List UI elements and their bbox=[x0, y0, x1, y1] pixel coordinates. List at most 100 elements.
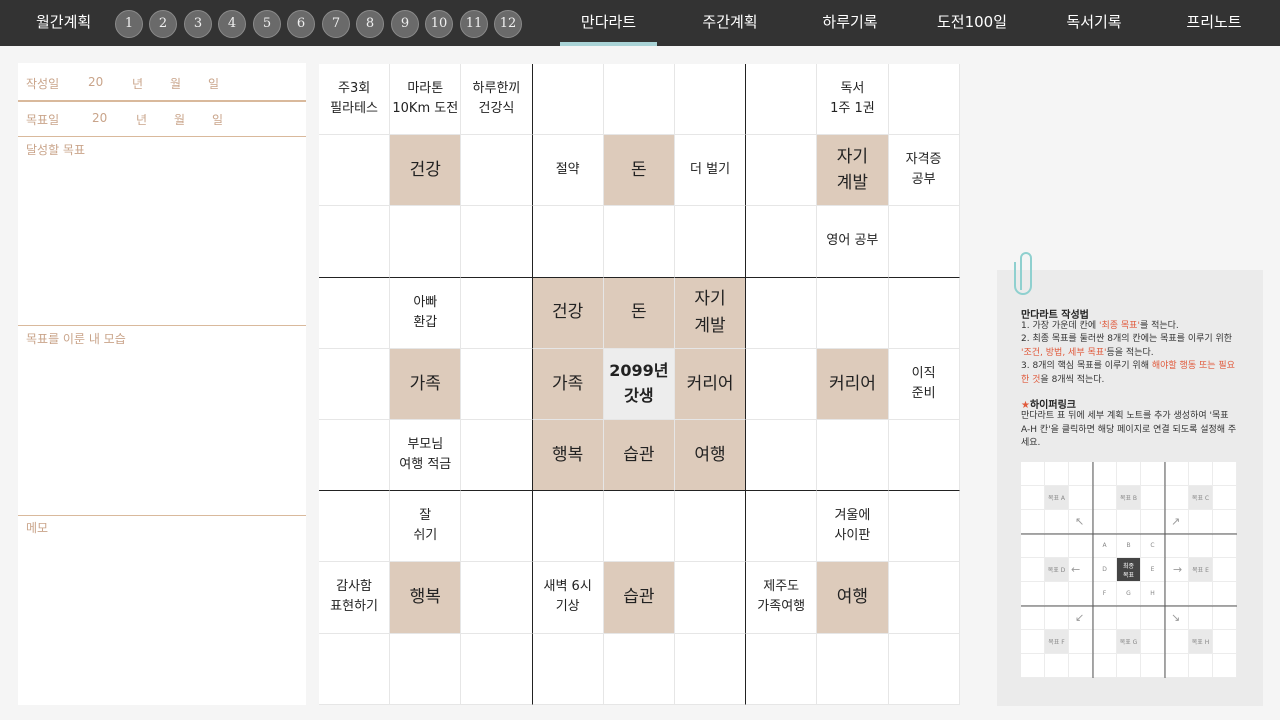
mandalart-cell[interactable]: 제주도 가족여행 bbox=[746, 562, 818, 634]
mandalart-cell[interactable] bbox=[461, 562, 533, 634]
mandalart-cell[interactable] bbox=[532, 491, 604, 563]
tab-mandalart[interactable]: 만다라트 bbox=[560, 0, 657, 46]
tab-weekly-plan[interactable]: 주간계획 bbox=[680, 0, 780, 46]
mandalart-cell[interactable] bbox=[674, 491, 747, 563]
mandalart-cell[interactable] bbox=[817, 419, 889, 492]
mandalart-cell[interactable] bbox=[888, 206, 960, 278]
tab-daily-log[interactable]: 하루기록 bbox=[800, 0, 900, 46]
mandalart-cell[interactable]: 이직 준비 bbox=[888, 348, 960, 420]
mandalart-cell[interactable] bbox=[746, 348, 818, 420]
mandalart-cell[interactable] bbox=[319, 633, 391, 705]
month-3-button[interactable]: 3 bbox=[184, 10, 212, 38]
mandalart-cell[interactable] bbox=[888, 277, 960, 349]
mandalart-cell[interactable] bbox=[746, 277, 818, 349]
mandalart-cell[interactable] bbox=[603, 64, 675, 136]
mandalart-cell[interactable] bbox=[390, 206, 462, 278]
month-7-button[interactable]: 7 bbox=[322, 10, 350, 38]
mandalart-cell[interactable]: 커리어 bbox=[674, 348, 747, 420]
month-4-button[interactable]: 4 bbox=[218, 10, 246, 38]
mandalart-cell[interactable] bbox=[461, 277, 533, 349]
monthly-plan-tab[interactable]: 월간계획 bbox=[36, 0, 91, 46]
month-8-button[interactable]: 8 bbox=[356, 10, 384, 38]
mandalart-cell[interactable] bbox=[461, 491, 533, 563]
mandalart-cell[interactable] bbox=[319, 277, 391, 349]
mandalart-cell[interactable] bbox=[319, 348, 391, 420]
mandalart-cell[interactable]: 더 벌기 bbox=[674, 135, 747, 207]
mandalart-cell[interactable]: 자기 계발 bbox=[674, 277, 747, 349]
mandalart-cell[interactable]: 주3회 필라테스 bbox=[319, 64, 391, 136]
mandalart-cell[interactable]: 겨울에 사이판 bbox=[817, 491, 889, 563]
mandalart-cell[interactable] bbox=[532, 633, 604, 705]
month-6-button[interactable]: 6 bbox=[287, 10, 315, 38]
month-12-button[interactable]: 12 bbox=[494, 10, 522, 38]
mandalart-cell[interactable]: 돈 bbox=[603, 277, 675, 349]
mandalart-cell[interactable]: 가족 bbox=[390, 348, 462, 420]
mandalart-cell[interactable]: 가족 bbox=[532, 348, 604, 420]
mandalart-cell[interactable] bbox=[746, 491, 818, 563]
mandalart-cell[interactable] bbox=[888, 491, 960, 563]
mandalart-cell[interactable] bbox=[461, 633, 533, 705]
mandalart-cell[interactable]: 행복 bbox=[532, 419, 604, 492]
mandalart-cell[interactable]: 부모님 여행 적금 bbox=[390, 419, 462, 492]
mandalart-cell[interactable] bbox=[461, 135, 533, 207]
mandalart-cell[interactable]: 하루한끼 건강식 bbox=[461, 64, 533, 136]
mandalart-cell[interactable] bbox=[888, 562, 960, 634]
mandalart-cell[interactable] bbox=[532, 206, 604, 278]
month-1-button[interactable]: 1 bbox=[115, 10, 143, 38]
mandalart-cell[interactable] bbox=[390, 633, 462, 705]
mandalart-cell[interactable] bbox=[532, 64, 604, 136]
mandalart-cell[interactable]: 건강 bbox=[532, 277, 604, 349]
mandalart-cell[interactable] bbox=[319, 419, 391, 492]
mandalart-cell[interactable] bbox=[319, 206, 391, 278]
mandalart-cell[interactable]: 아빠 환갑 bbox=[390, 277, 462, 349]
mandalart-cell[interactable]: 행복 bbox=[390, 562, 462, 634]
month-10-button[interactable]: 10 bbox=[425, 10, 453, 38]
tab-reading-log[interactable]: 독서기록 bbox=[1044, 0, 1144, 46]
mandalart-cell[interactable] bbox=[319, 135, 391, 207]
mandalart-cell[interactable]: 여행 bbox=[674, 419, 747, 492]
mandalart-cell[interactable] bbox=[746, 633, 818, 705]
mandalart-cell[interactable] bbox=[461, 419, 533, 492]
mandalart-cell[interactable]: 건강 bbox=[390, 135, 462, 207]
mandalart-cell[interactable] bbox=[888, 64, 960, 136]
mandalart-cell[interactable] bbox=[888, 419, 960, 492]
mandalart-cell[interactable]: 여행 bbox=[817, 562, 889, 634]
mandalart-cell[interactable] bbox=[746, 206, 818, 278]
mandalart-cell[interactable] bbox=[461, 206, 533, 278]
mandalart-cell[interactable]: 감사함 표현하기 bbox=[319, 562, 391, 634]
mandalart-cell[interactable] bbox=[319, 491, 391, 563]
tab-challenge-100[interactable]: 도전100일 bbox=[920, 0, 1024, 46]
mandalart-cell[interactable]: 영어 공부 bbox=[817, 206, 889, 278]
mandalart-cell[interactable] bbox=[888, 633, 960, 705]
mandalart-cell[interactable] bbox=[674, 562, 747, 634]
mandalart-cell[interactable] bbox=[674, 633, 747, 705]
mandalart-cell[interactable]: 돈 bbox=[603, 135, 675, 207]
mandalart-cell[interactable]: 독서 1주 1권 bbox=[817, 64, 889, 136]
mandalart-cell[interactable] bbox=[603, 491, 675, 563]
mandalart-cell[interactable]: 습관 bbox=[603, 562, 675, 634]
mandalart-cell[interactable]: 습관 bbox=[603, 419, 675, 492]
mandalart-cell[interactable] bbox=[746, 419, 818, 492]
month-9-button[interactable]: 9 bbox=[391, 10, 419, 38]
month-2-button[interactable]: 2 bbox=[149, 10, 177, 38]
month-11-button[interactable]: 11 bbox=[460, 10, 488, 38]
mandalart-cell[interactable]: 잘 쉬기 bbox=[390, 491, 462, 563]
mandalart-cell[interactable] bbox=[603, 633, 675, 705]
mandalart-cell[interactable]: 새벽 6시 기상 bbox=[532, 562, 604, 634]
mandalart-cell[interactable] bbox=[746, 64, 818, 136]
mandalart-cell[interactable] bbox=[461, 348, 533, 420]
mandalart-cell[interactable]: 자격증 공부 bbox=[888, 135, 960, 207]
center-goal-cell[interactable]: 2099년 갓생 bbox=[603, 348, 675, 420]
mandalart-cell[interactable] bbox=[603, 206, 675, 278]
mandalart-cell[interactable]: 자기 계발 bbox=[817, 135, 889, 207]
mandalart-cell[interactable] bbox=[746, 135, 818, 207]
mandalart-cell[interactable]: 커리어 bbox=[817, 348, 889, 420]
mandalart-cell[interactable] bbox=[674, 64, 747, 136]
mandalart-cell[interactable]: 절약 bbox=[532, 135, 604, 207]
month-5-button[interactable]: 5 bbox=[253, 10, 281, 38]
mandalart-cell[interactable] bbox=[674, 206, 747, 278]
tab-free-note[interactable]: 프리노트 bbox=[1164, 0, 1264, 46]
mandalart-cell[interactable]: 마라톤 10Km 도전 bbox=[390, 64, 462, 136]
mandalart-cell[interactable] bbox=[817, 633, 889, 705]
mandalart-cell[interactable] bbox=[817, 277, 889, 349]
